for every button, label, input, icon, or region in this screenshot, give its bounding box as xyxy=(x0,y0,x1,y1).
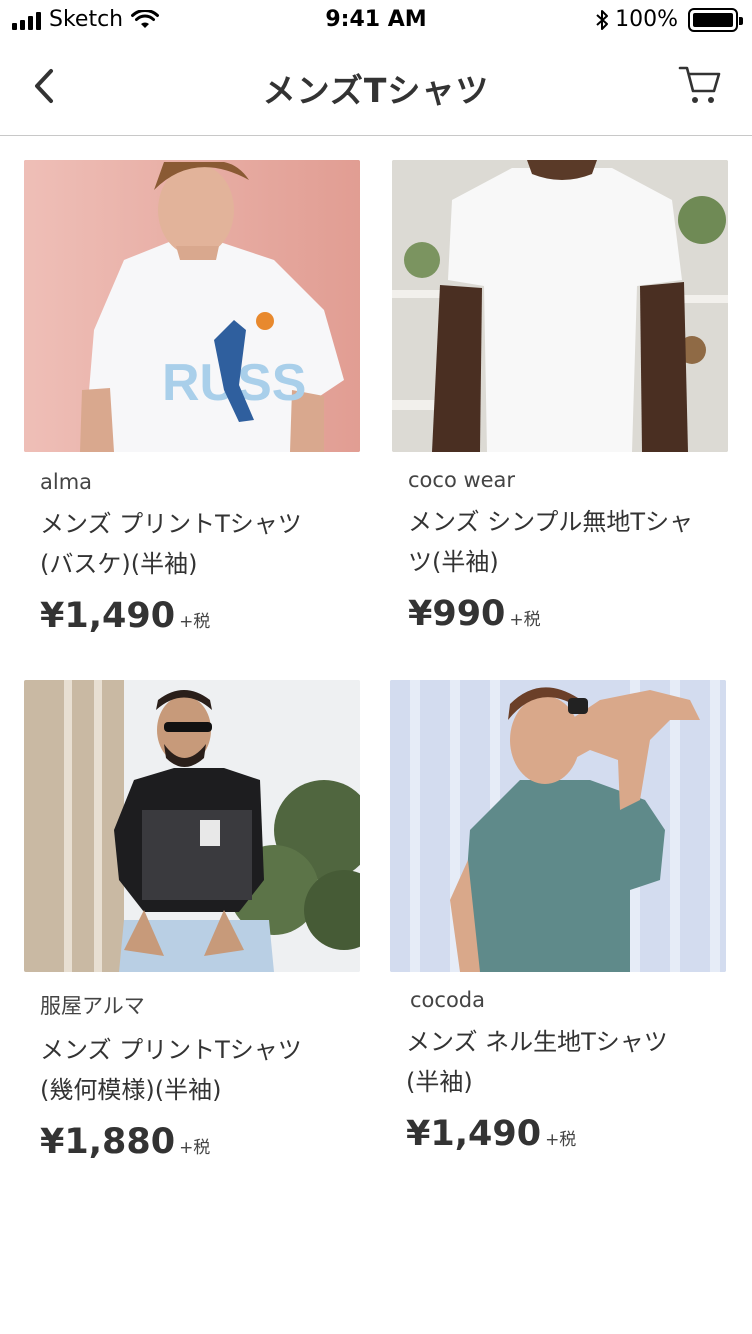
product-card[interactable]: RUSS alma メンズ プリントTシャツ (バスケ)(半袖) ¥1,490 … xyxy=(24,160,362,636)
tax-label: +税 xyxy=(179,612,211,632)
product-name-line: メンズ プリントTシャツ xyxy=(40,1036,302,1064)
price-row: ¥1,490 +税 xyxy=(390,1114,728,1154)
battery-percent: 100% xyxy=(615,7,678,32)
price-row: ¥990 +税 xyxy=(392,594,730,634)
status-bar: Sketch 9:41 AM 100% xyxy=(0,0,752,40)
product-image[interactable] xyxy=(390,680,726,972)
tax-label: +税 xyxy=(545,1130,577,1150)
page-title: メンズTシャツ xyxy=(262,71,490,110)
product-card[interactable]: coco wear メンズ シンプル無地Tシャ ツ(半袖) ¥990 +税 xyxy=(392,160,730,634)
product-image[interactable] xyxy=(392,160,728,452)
product-name[interactable]: メンズ プリントTシャツ (バスケ)(半袖) xyxy=(24,504,360,584)
nav-bar: メンズTシャツ xyxy=(0,40,752,136)
product-price: ¥1,880 xyxy=(40,1122,176,1162)
product-name-line: (バスケ)(半袖) xyxy=(40,550,198,578)
bluetooth-icon xyxy=(596,9,609,30)
product-name-line: メンズ プリントTシャツ xyxy=(40,510,302,538)
product-name-line: ツ(半袖) xyxy=(408,548,499,576)
tax-label: +税 xyxy=(509,610,541,630)
product-price: ¥1,490 xyxy=(40,596,176,636)
product-name[interactable]: メンズ プリントTシャツ (幾何模様)(半袖) xyxy=(24,1030,360,1110)
tax-label: +税 xyxy=(179,1138,211,1158)
product-brand: alma xyxy=(40,470,93,494)
product-name[interactable]: メンズ シンプル無地Tシャ ツ(半袖) xyxy=(392,502,728,582)
product-brand: cocoda xyxy=(410,988,485,1012)
product-image[interactable] xyxy=(24,680,360,972)
product-name-line: メンズ ネル生地Tシャツ xyxy=(406,1028,668,1056)
product-brand: coco wear xyxy=(408,468,516,492)
product-price: ¥1,490 xyxy=(406,1114,542,1154)
product-brand: 服屋アルマ xyxy=(40,994,145,1018)
product-name-line: (幾何模様)(半袖) xyxy=(40,1076,222,1104)
status-right: 100% xyxy=(595,7,743,32)
product-card[interactable]: 服屋アルマ メンズ プリントTシャツ (幾何模様)(半袖) ¥1,880 +税 xyxy=(24,680,362,1162)
product-name-line: (半袖) xyxy=(406,1068,473,1096)
battery-icon xyxy=(688,7,743,32)
product-name-line: メンズ シンプル無地Tシャ xyxy=(408,508,694,536)
cart-button[interactable] xyxy=(676,60,724,110)
product-name[interactable]: メンズ ネル生地Tシャツ (半袖) xyxy=(390,1022,726,1102)
product-price: ¥990 xyxy=(408,594,506,634)
cart-icon xyxy=(678,66,721,103)
price-row: ¥1,490 +税 xyxy=(24,596,362,636)
price-row: ¥1,880 +税 xyxy=(24,1122,362,1162)
product-image[interactable]: RUSS xyxy=(24,160,360,452)
product-card[interactable]: cocoda メンズ ネル生地Tシャツ (半袖) ¥1,490 +税 xyxy=(390,680,728,1154)
